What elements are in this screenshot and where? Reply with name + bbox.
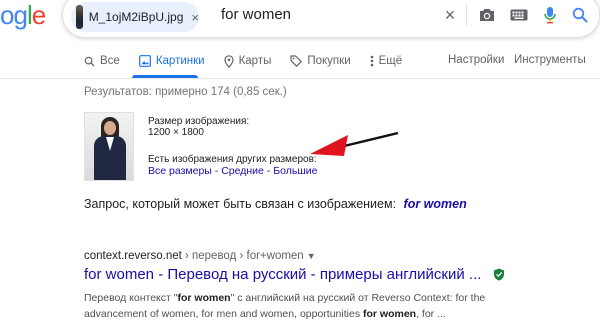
search-icon[interactable]	[571, 6, 589, 24]
tab-label: Покупки	[307, 55, 351, 67]
search-icon	[84, 56, 95, 67]
logo-letter: e	[31, 0, 47, 30]
large-sizes-link[interactable]: Большие	[273, 165, 317, 177]
related-query-label: Запрос, который может быть связан с изоб…	[84, 197, 397, 211]
tab-images[interactable]: Картинки	[138, 50, 205, 72]
tools-link[interactable]: Инструменты	[514, 54, 586, 66]
tab-label: Ещё	[378, 55, 403, 67]
photo-face	[104, 121, 116, 135]
link-separator: -	[263, 165, 274, 177]
related-query-link[interactable]: for women	[404, 197, 467, 211]
size-links: Все размеры - Средние - Большие	[148, 165, 317, 177]
chip-close-icon[interactable]: ×	[191, 10, 199, 25]
medium-sizes-link[interactable]: Средние	[221, 165, 264, 177]
image-icon	[138, 55, 151, 67]
tab-more[interactable]: Ещё	[370, 50, 403, 72]
keyboard-icon[interactable]	[510, 6, 528, 24]
mic-icon[interactable]	[541, 6, 559, 24]
related-query: Запрос, который может быть связан с изоб…	[84, 197, 467, 211]
search-tabs: Все Картинки Карты Покупки Ещё	[84, 50, 421, 72]
image-size-label: Размер изображения:	[148, 116, 250, 127]
query-image-thumbnail	[76, 5, 83, 29]
result-url[interactable]: context.reverso.net › перевод › for+wome…	[84, 250, 316, 262]
settings-link[interactable]: Настройки	[448, 54, 504, 66]
map-pin-icon	[223, 54, 234, 68]
image-query-chip[interactable]: M_1ojM2iBpU.jpg ×	[71, 2, 199, 32]
snippet-highlight: for women	[177, 292, 231, 304]
clear-icon[interactable]: ×	[441, 5, 459, 25]
tabs-divider	[0, 78, 600, 79]
camera-icon[interactable]	[478, 6, 496, 24]
more-icon	[370, 55, 374, 67]
image-filename: M_1ojM2iBpU.jpg	[88, 10, 184, 24]
tab-shopping[interactable]: Покупки	[290, 50, 351, 72]
tab-label: Картинки	[155, 55, 205, 67]
logo-letter: g	[13, 0, 28, 30]
result-snippet: Перевод контекст "for women" с английски…	[84, 290, 524, 322]
snippet-text: advancement of women, for men and women,…	[84, 308, 363, 320]
all-sizes-link[interactable]: Все размеры	[148, 165, 212, 177]
tab-maps[interactable]: Карты	[223, 50, 272, 72]
annotation-arrow-icon	[310, 131, 399, 156]
tag-icon	[290, 55, 303, 67]
link-separator: -	[211, 165, 222, 177]
google-logo[interactable]: ogle	[0, 0, 47, 30]
snippet-highlight: for women	[363, 308, 417, 320]
query-image-preview[interactable]	[84, 112, 134, 181]
tab-label: Все	[100, 55, 120, 67]
snippet-text: Перевод контекст "	[84, 292, 178, 304]
search-input[interactable]: for women	[221, 6, 291, 23]
image-size-value: 1200 × 1800	[148, 127, 204, 138]
chevron-down-icon[interactable]: ▼	[307, 251, 316, 261]
snippet-text: " с английский на русский от Reverso Con…	[230, 292, 486, 304]
result-title[interactable]: for women - Перевод на русский - примеры…	[84, 266, 481, 283]
search-box[interactable]: M_1ojM2iBpU.jpg × for women ×	[62, 0, 600, 38]
result-path: › перевод › for+women	[181, 250, 304, 262]
search-divider	[466, 4, 467, 26]
logo-letter: o	[0, 0, 15, 30]
snippet-text: , for ...	[416, 308, 446, 320]
other-sizes-label: Есть изображения других размеров:	[148, 154, 317, 165]
verified-shield-icon	[494, 268, 504, 281]
tab-label: Карты	[238, 55, 272, 67]
result-domain: context.reverso.net	[84, 250, 182, 262]
tab-all[interactable]: Все	[84, 50, 120, 72]
result-stats: Результатов: примерно 174 (0,85 сек.)	[84, 86, 287, 98]
